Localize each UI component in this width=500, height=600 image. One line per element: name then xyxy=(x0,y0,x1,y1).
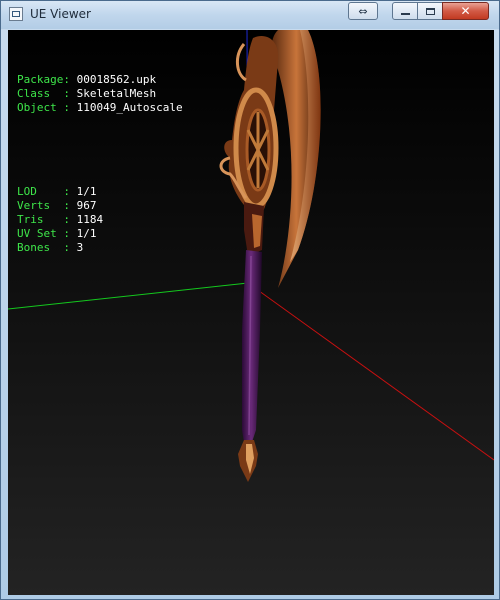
info-value: 967 xyxy=(76,199,97,212)
axe-shaft xyxy=(242,250,262,442)
info-value: 1/1 xyxy=(76,185,97,198)
info-row: Class : SkeletalMesh xyxy=(17,87,183,101)
info-group-object: Package: 00018562.upk Class : SkeletalMes… xyxy=(17,73,183,115)
info-row: Verts : 967 xyxy=(17,199,183,213)
info-value: 1/1 xyxy=(76,227,97,240)
mesh-info-overlay: Package: 00018562.upk Class : SkeletalMes… xyxy=(17,45,183,283)
maximize-button[interactable] xyxy=(417,2,443,20)
x-axis-line xyxy=(247,282,494,461)
info-label: Class : xyxy=(17,87,70,100)
title-bar[interactable]: UE Viewer ⇔ ✕ xyxy=(1,1,499,29)
info-label: Tris : xyxy=(17,213,70,226)
info-label: Package: xyxy=(17,73,70,86)
axe-ornament-curl xyxy=(236,43,247,82)
info-label: LOD : xyxy=(17,185,70,198)
info-value: 00018562.upk xyxy=(76,73,157,86)
info-value: 1184 xyxy=(76,213,104,226)
minimize-button[interactable] xyxy=(392,2,418,20)
y-axis-line xyxy=(8,282,249,310)
info-label: Bones : xyxy=(17,241,70,254)
info-value: 3 xyxy=(76,241,84,254)
info-row: LOD : 1/1 xyxy=(17,185,183,199)
info-row: Tris : 1184 xyxy=(17,213,183,227)
info-group-stats: LOD : 1/1 Verts : 967 Tris : 1184 UV Set : … xyxy=(17,185,183,255)
mesh-model xyxy=(219,30,321,482)
info-label: Object : xyxy=(17,101,70,114)
window-title: UE Viewer xyxy=(30,7,91,21)
close-icon: ✕ xyxy=(460,4,471,18)
info-value: 110049_Autoscale xyxy=(76,101,183,114)
minimize-icon xyxy=(400,13,410,15)
swap-button[interactable]: ⇔ xyxy=(348,2,378,20)
maximize-icon xyxy=(425,7,435,15)
info-label: Verts : xyxy=(17,199,70,212)
app-window: UE Viewer ⇔ ✕ Package: 00018562.upk Clas… xyxy=(0,0,500,600)
info-row: Bones : 3 xyxy=(17,241,183,255)
close-button[interactable]: ✕ xyxy=(442,2,489,20)
info-label: UV Set : xyxy=(17,227,70,240)
3d-viewport[interactable]: Package: 00018562.upk Class : SkeletalMes… xyxy=(8,30,494,595)
info-value: SkeletalMesh xyxy=(76,87,157,100)
info-row: Object : 110049_Autoscale xyxy=(17,101,183,115)
app-icon xyxy=(9,7,23,21)
info-row: UV Set : 1/1 xyxy=(17,227,183,241)
info-row: Package: 00018562.upk xyxy=(17,73,183,87)
double-arrow-icon: ⇔ xyxy=(358,4,368,18)
